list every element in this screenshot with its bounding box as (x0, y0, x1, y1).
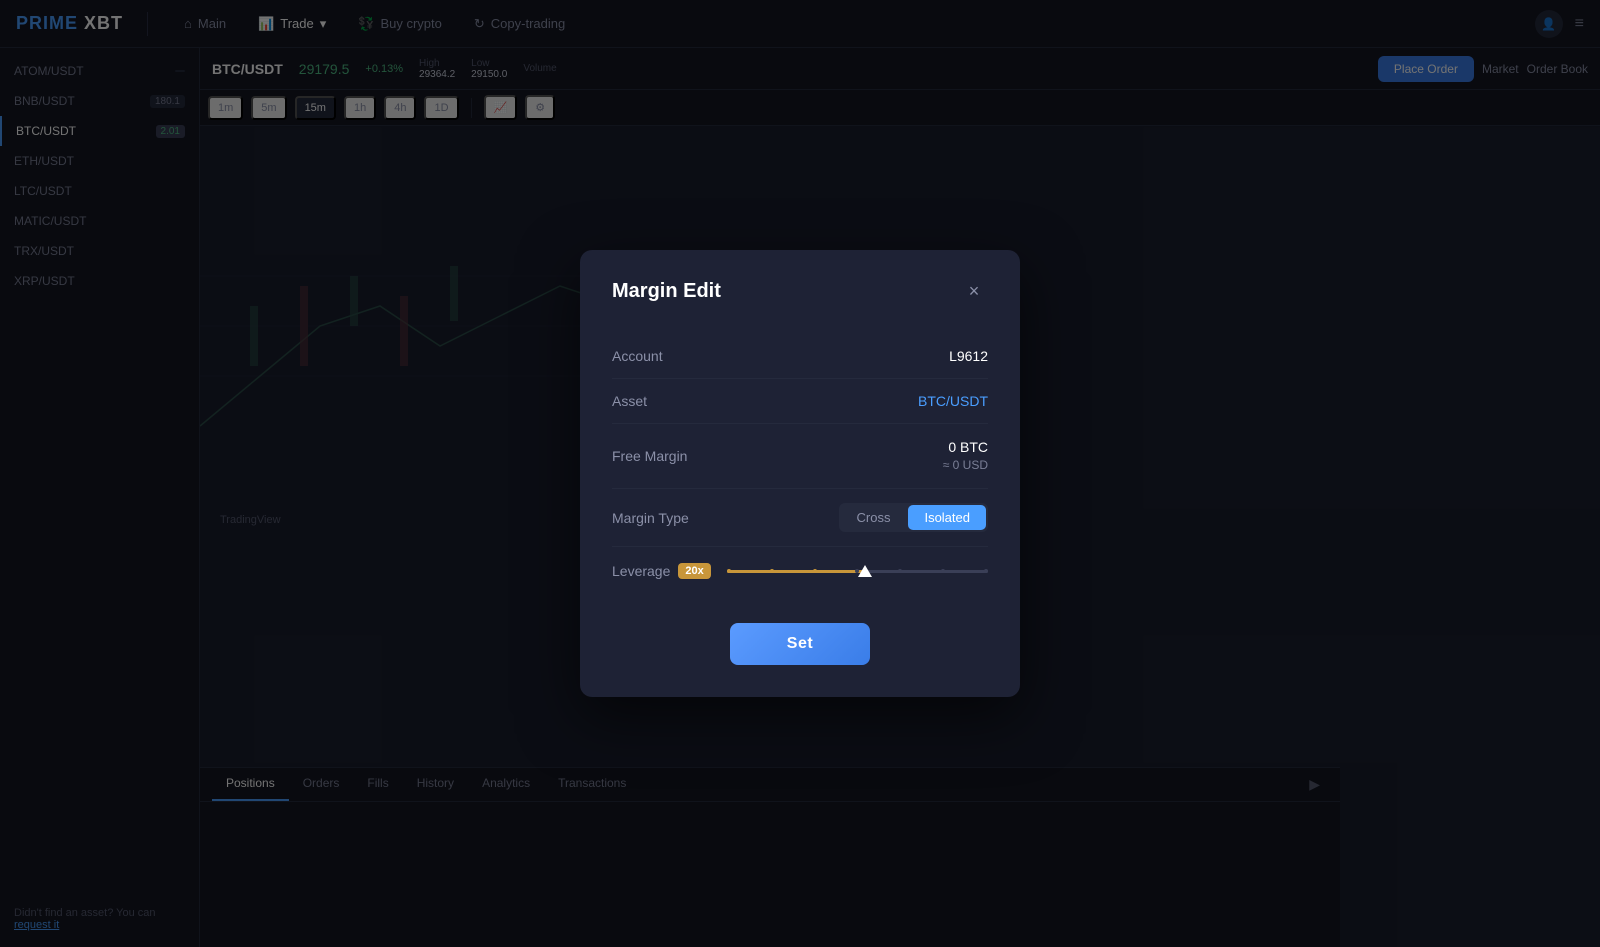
free-margin-row: Free Margin 0 BTC ≈ 0 USD (612, 424, 988, 489)
close-button[interactable]: × (960, 278, 988, 306)
leverage-slider-container[interactable] (727, 561, 988, 581)
free-margin-value: 0 BTC ≈ 0 USD (943, 438, 988, 474)
leverage-row: Leverage 20x (612, 547, 988, 595)
account-value: L9612 (949, 348, 988, 364)
free-margin-label: Free Margin (612, 448, 687, 464)
account-row: Account L9612 (612, 334, 988, 379)
set-btn-wrapper: Set (612, 623, 988, 665)
margin-type-toggle: Cross Isolated (839, 503, 989, 532)
modal-overlay: Margin Edit × Account L9612 Asset BTC/US… (0, 0, 1600, 947)
leverage-badge: 20x (678, 563, 710, 579)
margin-type-label: Margin Type (612, 510, 689, 526)
asset-row: Asset BTC/USDT (612, 379, 988, 424)
margin-type-row: Margin Type Cross Isolated (612, 489, 988, 547)
asset-value: BTC/USDT (918, 393, 988, 409)
margin-edit-modal: Margin Edit × Account L9612 Asset BTC/US… (580, 250, 1020, 697)
set-button[interactable]: Set (730, 623, 870, 665)
modal-header: Margin Edit × (612, 278, 988, 306)
cross-toggle-btn[interactable]: Cross (841, 505, 907, 530)
leverage-label: Leverage 20x (612, 563, 711, 579)
account-label: Account (612, 348, 663, 364)
asset-label: Asset (612, 393, 647, 409)
modal-title: Margin Edit (612, 280, 721, 303)
isolated-toggle-btn[interactable]: Isolated (908, 505, 986, 530)
